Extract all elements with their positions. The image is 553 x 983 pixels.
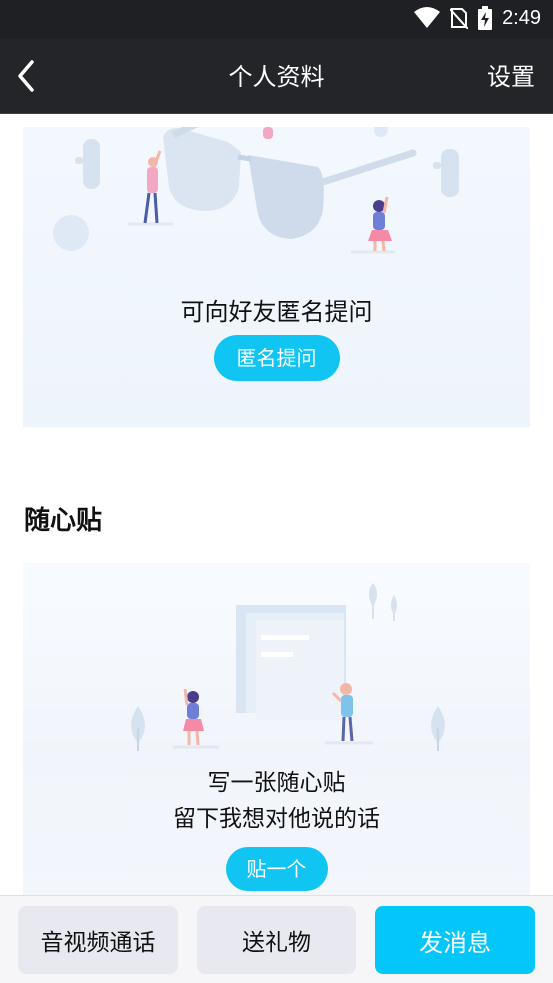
send-message-button[interactable]: 发消息 bbox=[375, 906, 535, 974]
status-icons: 2:49 bbox=[414, 6, 541, 30]
status-bar: 2:49 bbox=[0, 0, 553, 38]
anonymous-question-card: 可向好友匿名提问 匿名提问 bbox=[23, 127, 530, 427]
sticky-note-line-2: 留下我想对他说的话 bbox=[173, 806, 380, 832]
sticky-note-illustration bbox=[131, 583, 445, 751]
status-time: 2:49 bbox=[502, 6, 541, 29]
battery-charging-icon bbox=[478, 6, 493, 30]
wifi-icon bbox=[414, 7, 441, 28]
sticky-note-line-1: 写一张随心贴 bbox=[207, 770, 346, 796]
profile-content[interactable]: 可向好友匿名提问 匿名提问 随心贴 写一张随心贴 留下我想对他说的话 贴一个 bbox=[0, 115, 553, 895]
send-gift-button[interactable]: 送礼物 bbox=[197, 906, 356, 974]
anonymous-question-prompt: 可向好友匿名提问 bbox=[180, 298, 373, 326]
av-call-button[interactable]: 音视频通话 bbox=[18, 906, 178, 974]
sticky-note-card: 写一张随心贴 留下我想对他说的话 贴一个 bbox=[23, 563, 530, 895]
sunglasses-illustration bbox=[53, 127, 459, 254]
settings-button[interactable]: 设置 bbox=[487, 57, 535, 92]
section-title-sticky-notes: 随心贴 bbox=[24, 506, 103, 536]
anonymous-question-button[interactable]: 匿名提问 bbox=[213, 335, 340, 381]
no-sim-icon bbox=[450, 8, 469, 29]
bottom-action-bar: 音视频通话 送礼物 发消息 bbox=[0, 895, 553, 983]
post-sticky-note-button[interactable]: 贴一个 bbox=[225, 847, 328, 891]
title-bar: 个人资料 设置 bbox=[0, 38, 553, 114]
page-title: 个人资料 bbox=[228, 63, 325, 91]
